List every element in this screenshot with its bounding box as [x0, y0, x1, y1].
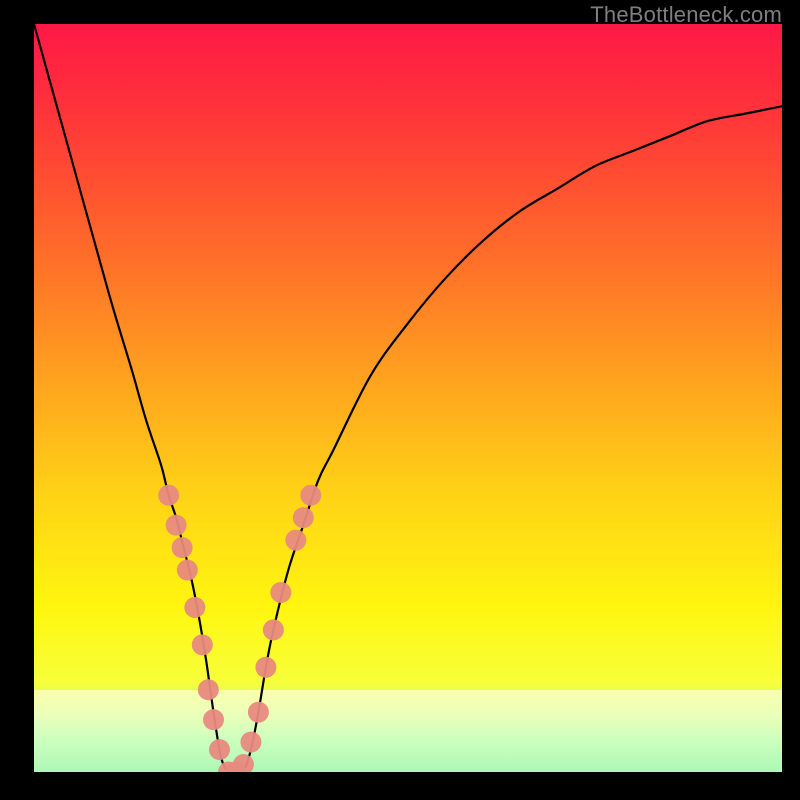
curve-marker — [203, 709, 224, 730]
curve-marker — [198, 679, 219, 700]
chart-frame: TheBottleneck.com — [0, 0, 800, 800]
curve-marker — [255, 657, 276, 678]
curve-marker — [184, 597, 205, 618]
curve-marker — [248, 702, 269, 723]
bottleneck-curve — [34, 24, 782, 772]
curve-marker — [270, 582, 291, 603]
curve-marker — [209, 739, 230, 760]
curve-marker — [293, 507, 314, 528]
watermark-text: TheBottleneck.com — [590, 2, 782, 28]
curve-marker — [263, 619, 284, 640]
curve-markers — [158, 485, 321, 772]
curve-marker — [177, 560, 198, 581]
curve-layer — [34, 24, 782, 772]
curve-marker — [285, 530, 306, 551]
curve-marker — [158, 485, 179, 506]
plot-area — [34, 24, 782, 772]
curve-marker — [300, 485, 321, 506]
curve-marker — [233, 754, 254, 772]
curve-marker — [166, 515, 187, 536]
curve-marker — [172, 537, 193, 558]
curve-marker — [192, 634, 213, 655]
curve-marker — [240, 732, 261, 753]
